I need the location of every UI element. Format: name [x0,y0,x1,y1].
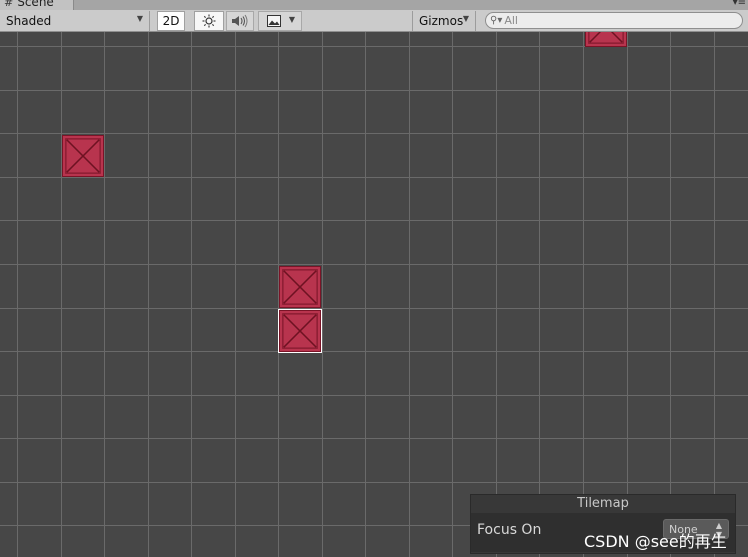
tile-sprite[interactable] [585,32,627,47]
tab-scene-label: Scene [17,0,54,9]
tile-sprite[interactable] [279,266,321,308]
scene-search-input[interactable]: ⚲▾ All [485,12,743,29]
lighting-toggle-button[interactable] [194,11,224,31]
missing-sprite-icon [65,138,101,174]
draw-mode-dropdown[interactable]: Shaded ▼ [0,11,150,31]
tab-menu-icon[interactable]: ▾≡ [733,0,746,8]
focus-on-label: Focus On [477,522,542,538]
tab-scene[interactable]: # Scene [0,0,74,10]
speaker-icon [232,14,248,28]
toggle-2d-button[interactable]: 2D [157,11,185,31]
tilemap-overlay-title: Tilemap [471,495,735,514]
missing-sprite-icon [588,32,624,44]
chevron-down-icon: ▼ [288,15,295,24]
tile-sprite-selected[interactable] [278,309,322,353]
gizmos-label: Gizmos [419,14,464,28]
chevron-down-icon: ▼ [462,14,469,23]
missing-sprite-icon [282,269,318,305]
scene-tab-icon: # [4,0,14,9]
search-icon: ⚲▾ [490,15,503,26]
tile-sprite[interactable] [62,135,104,177]
gizmos-dropdown[interactable]: Gizmos ▼ [412,11,476,31]
toggle-2d-label: 2D [162,14,180,28]
missing-sprite-icon [282,313,318,349]
chevron-down-icon: ▼ [136,14,143,23]
audio-toggle-button[interactable] [226,11,254,31]
image-icon [267,15,281,27]
watermark: CSDN @see的再生 [584,532,727,551]
scene-viewport[interactable] [0,32,748,557]
effects-dropdown[interactable]: ▼ [258,11,302,31]
draw-mode-label: Shaded [6,14,52,28]
tab-strip: # Scene ▾≡ [0,0,748,10]
scene-toolbar: Shaded ▼ 2D ▼ Gizmos ▼ ⚲▾ All [0,10,748,32]
sun-icon [202,14,216,28]
scene-grid [0,32,748,557]
search-placeholder: All [504,14,518,27]
